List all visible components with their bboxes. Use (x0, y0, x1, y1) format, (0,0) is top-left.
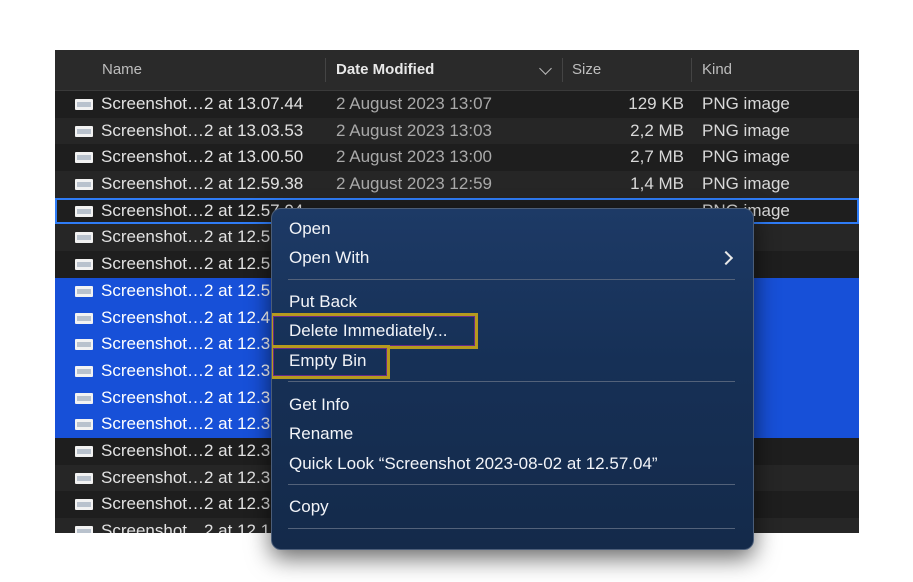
png-file-icon (75, 99, 93, 110)
file-size: 1,4 MB (630, 171, 684, 198)
png-file-icon (75, 473, 93, 484)
sort-chevron-icon[interactable] (539, 62, 552, 75)
menu-separator (288, 484, 735, 485)
file-name: Screenshot…2 at 12.3 (101, 411, 270, 438)
menu-separator (288, 279, 735, 280)
file-name: Screenshot…2 at 12.3 (101, 491, 270, 518)
menu-item-get-info[interactable]: Get Info (289, 392, 349, 418)
context-menu: Open Open With Put Back Delete Immediate… (271, 208, 754, 550)
png-file-icon (75, 206, 93, 217)
menu-item-copy[interactable]: Copy (289, 494, 329, 520)
png-file-icon (75, 419, 93, 430)
file-name: Screenshot…2 at 12.3 (101, 358, 270, 385)
file-row[interactable]: Screenshot…2 at 13.00.50 2 August 2023 1… (55, 144, 859, 171)
png-file-icon (75, 259, 93, 270)
png-file-icon (75, 313, 93, 324)
highlight-box (271, 345, 390, 379)
menu-item-open[interactable]: Open (289, 216, 331, 242)
png-file-icon (75, 446, 93, 457)
png-file-icon (75, 152, 93, 163)
file-kind: PNG image (702, 171, 790, 198)
file-name: Screenshot…2 at 12.5 (101, 251, 270, 278)
png-file-icon (75, 366, 93, 377)
file-name: Screenshot…2 at 12.3 (101, 438, 270, 465)
file-name: Screenshot…2 at 12.5 (101, 224, 270, 251)
file-name: Screenshot…2 at 13.03.53 (101, 118, 303, 145)
file-name: Screenshot…2 at 12.3 (101, 331, 270, 358)
file-kind: PNG image (702, 118, 790, 145)
column-kind[interactable]: Kind (702, 50, 732, 90)
file-row[interactable]: Screenshot…2 at 13.03.53 2 August 2023 1… (55, 118, 859, 145)
menu-item-rename[interactable]: Rename (289, 421, 353, 447)
png-file-icon (75, 339, 93, 350)
png-file-icon (75, 499, 93, 510)
png-file-icon (75, 179, 93, 190)
file-date: 2 August 2023 12:59 (336, 171, 492, 198)
png-file-icon (75, 286, 93, 297)
file-row[interactable]: Screenshot…2 at 13.07.44 2 August 2023 1… (55, 91, 859, 118)
file-size: 2,2 MB (630, 118, 684, 145)
file-name: Screenshot…2 at 12.3 (101, 465, 270, 492)
file-kind: PNG image (702, 91, 790, 118)
png-file-icon (75, 526, 93, 533)
file-name: Screenshot…2 at 12.4 (101, 305, 270, 332)
file-date: 2 August 2023 13:00 (336, 144, 492, 171)
column-size[interactable]: Size (572, 50, 601, 90)
png-file-icon (75, 232, 93, 243)
menu-item-put-back[interactable]: Put Back (289, 289, 357, 315)
menu-item-quick-look[interactable]: Quick Look “Screenshot 2023-08-02 at 12.… (289, 451, 658, 477)
file-size: 2,7 MB (630, 144, 684, 171)
file-name: Screenshot…2 at 12.5 (101, 278, 270, 305)
menu-item-open-with[interactable]: Open With (289, 245, 369, 271)
file-size: 129 KB (628, 91, 684, 118)
file-name: Screenshot…2 at 12.3 (101, 385, 270, 412)
file-name: Screenshot…2 at 12.59.38 (101, 171, 303, 198)
column-name[interactable]: Name (102, 50, 142, 90)
menu-separator (288, 528, 735, 529)
column-divider[interactable] (562, 58, 563, 82)
chevron-right-icon (719, 251, 733, 265)
file-row[interactable]: Screenshot…2 at 12.59.38 2 August 2023 1… (55, 171, 859, 198)
file-date: 2 August 2023 13:07 (336, 91, 492, 118)
column-divider[interactable] (325, 58, 326, 82)
png-file-icon (75, 393, 93, 404)
column-divider[interactable] (691, 58, 692, 82)
file-name: Screenshot…2 at 12.1 (101, 518, 270, 533)
menu-separator (288, 381, 735, 382)
png-file-icon (75, 126, 93, 137)
column-header: Name Date Modified Size Kind (55, 50, 859, 91)
file-date: 2 August 2023 13:03 (336, 118, 492, 145)
column-date-modified[interactable]: Date Modified (336, 50, 434, 90)
highlight-box (271, 313, 478, 349)
file-name: Screenshot…2 at 13.07.44 (101, 91, 303, 118)
file-name: Screenshot…2 at 13.00.50 (101, 144, 303, 171)
file-kind: PNG image (702, 144, 790, 171)
